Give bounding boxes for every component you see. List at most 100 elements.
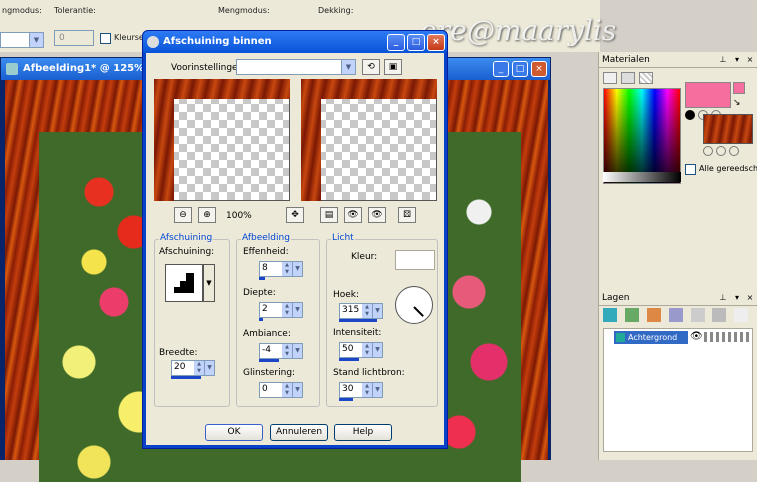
cancel-button[interactable]: Annuleren — [270, 424, 328, 441]
close-icon[interactable]: × — [531, 61, 547, 77]
close-panel-icon[interactable]: × — [744, 292, 756, 303]
bevel-label: Afschuining: — [159, 247, 215, 257]
preview-toggle-icon[interactable]: ▤ — [320, 207, 338, 223]
chevron-down-icon[interactable]: ▼ — [292, 303, 302, 317]
depth-label: Diepte: — [243, 288, 276, 298]
after-preview — [301, 79, 437, 201]
edit-icon[interactable] — [734, 308, 749, 322]
image-group: Afbeelding Effenheid: 8 ▲ ▼ ▼ Diepte: 2 ▲… — [236, 233, 320, 407]
eye-icon[interactable]: 👁 — [690, 331, 703, 342]
chevron-down-icon[interactable]: ▼ — [292, 344, 302, 358]
mask-icon[interactable] — [646, 308, 661, 322]
auto-proof-icon[interactable]: 👁 — [344, 207, 362, 223]
minimize-icon[interactable]: _ — [387, 34, 405, 51]
gradient-bg-icon[interactable] — [715, 146, 726, 156]
layer-name: Achtergrond — [628, 333, 678, 342]
background-pattern-swatch[interactable] — [703, 114, 753, 144]
new-raster-icon[interactable] — [624, 308, 639, 322]
frame-tab-icon[interactable] — [603, 72, 617, 84]
menu-icon[interactable]: ▾ — [731, 54, 743, 65]
pin-icon[interactable]: ⊥ — [717, 292, 729, 303]
close-panel-icon[interactable]: × — [744, 54, 756, 65]
layer-item[interactable]: Achtergrond — [614, 331, 688, 344]
document-title: Afbeelding1* @ 125% (A — [23, 63, 160, 74]
tolerance-label: Tolerantie: — [54, 6, 96, 15]
opacity-slider[interactable] — [704, 332, 750, 342]
chevron-down-icon[interactable]: ▼ — [203, 264, 215, 302]
ambience-stepper[interactable]: -4 ▲ ▼ ▼ — [259, 343, 303, 362]
intensity-stepper[interactable]: 50 ▲ ▼ ▼ — [339, 342, 383, 361]
right-panels: Materialen ⊥ ▾ × ↘ Alle gereedschap Lage… — [598, 52, 757, 460]
smoothness-stepper[interactable]: 8 ▲ ▼ ▼ — [259, 261, 303, 280]
depth-stepper[interactable]: 2 ▲ ▼ ▼ — [259, 302, 303, 321]
stepper-arrows-icon[interactable]: ▲ ▼ — [362, 304, 372, 318]
layer-icon — [616, 333, 625, 342]
small-fg-swatch[interactable] — [733, 82, 745, 94]
mode-combo[interactable]: ▼ — [0, 32, 44, 48]
stepper-arrows-icon[interactable]: ▲ ▼ — [282, 344, 292, 358]
group-icon[interactable] — [668, 308, 683, 322]
all-tools-checkbox[interactable] — [685, 164, 696, 175]
elevation-stepper[interactable]: 30 ▲ ▼ ▼ — [339, 382, 383, 401]
chevron-down-icon[interactable]: ▼ — [372, 343, 382, 357]
pin-icon[interactable]: ⊥ — [717, 54, 729, 65]
swatch-tab-icon[interactable] — [621, 72, 635, 84]
angle-dial[interactable] — [395, 286, 433, 324]
close-icon[interactable]: × — [427, 34, 445, 51]
frame-preview-icon — [154, 79, 290, 201]
color-check[interactable] — [100, 33, 111, 44]
zoom-in-icon[interactable]: ⊕ — [198, 207, 216, 223]
shininess-stepper[interactable]: 0 ▲ ▼ ▼ — [259, 382, 303, 398]
stepper-arrows-icon[interactable]: ▲ ▼ — [282, 262, 292, 276]
stepper-arrows-icon[interactable]: ▲ ▼ — [194, 361, 204, 375]
stepper-arrows-icon[interactable]: ▲ ▼ — [282, 383, 292, 397]
chevron-down-icon[interactable]: ▼ — [292, 262, 302, 276]
bevel-shape-preview[interactable] — [165, 264, 203, 302]
duplicate-icon[interactable] — [690, 308, 705, 322]
chevron-down-icon[interactable]: ▼ — [204, 361, 214, 375]
solid-bg-icon[interactable] — [703, 146, 713, 156]
texture-bg-icon[interactable] — [728, 146, 739, 156]
tolerance-field[interactable]: 0 — [54, 30, 94, 46]
reset-icon[interactable]: ⟲ — [362, 59, 380, 75]
gray-ramp[interactable] — [603, 172, 681, 182]
presets-combo[interactable]: ▼ — [236, 59, 356, 75]
chevron-down-icon[interactable]: ▼ — [372, 383, 382, 397]
light-color-swatch[interactable] — [395, 250, 435, 270]
randomize-icon[interactable]: ⚄ — [398, 207, 416, 223]
maximize-icon[interactable]: □ — [407, 34, 425, 51]
angle-stepper[interactable]: 315 ▲ ▼ ▼ — [339, 303, 383, 322]
stepper-arrows-icon[interactable]: ▲ ▼ — [362, 383, 372, 397]
layers-toolbar — [603, 308, 753, 324]
move-icon[interactable]: ✥ — [286, 207, 304, 223]
zoom-out-icon[interactable]: ⊖ — [174, 207, 192, 223]
minimize-icon[interactable]: _ — [493, 61, 509, 77]
new-layer-icon[interactable] — [603, 308, 617, 322]
proof-icon[interactable]: 👁 — [368, 207, 386, 223]
help-button[interactable]: Help — [334, 424, 392, 441]
delete-layer-icon[interactable] — [712, 308, 727, 322]
all-tools-label: Alle gereedschap — [699, 164, 757, 173]
menu-icon[interactable]: ▾ — [731, 292, 743, 303]
color-picker[interactable] — [603, 88, 681, 184]
dial-needle — [413, 306, 424, 317]
ok-button[interactable]: OK — [205, 424, 263, 441]
before-preview[interactable] — [154, 79, 290, 201]
materials-panel: Materialen ⊥ ▾ × ↘ Alle gereedschap — [599, 52, 757, 238]
layers-panel: Lagen ⊥ ▾ × Achtergrond 👁 — [599, 290, 757, 460]
width-stepper[interactable]: 20 ▲ ▼ ▼ — [171, 360, 215, 379]
stepper-arrows-icon[interactable]: ▲ ▼ — [282, 303, 292, 317]
swap-icon[interactable]: ↘ — [733, 98, 741, 108]
smoothness-label: Effenheid: — [243, 247, 289, 257]
save-preset-icon[interactable]: ▣ — [384, 59, 402, 75]
ambience-label: Ambiance: — [243, 329, 291, 339]
solid-style-icon[interactable] — [685, 110, 695, 120]
bevel-group-label: Afschuining — [159, 233, 214, 243]
frame-preview-icon — [301, 79, 437, 201]
chevron-down-icon[interactable]: ▼ — [372, 304, 382, 318]
foreground-swatch[interactable] — [685, 82, 731, 108]
pattern-tab-icon[interactable] — [639, 72, 653, 84]
stepper-arrows-icon[interactable]: ▲ ▼ — [362, 343, 372, 357]
maximize-icon[interactable]: □ — [512, 61, 528, 77]
chevron-down-icon[interactable]: ▼ — [292, 383, 302, 397]
